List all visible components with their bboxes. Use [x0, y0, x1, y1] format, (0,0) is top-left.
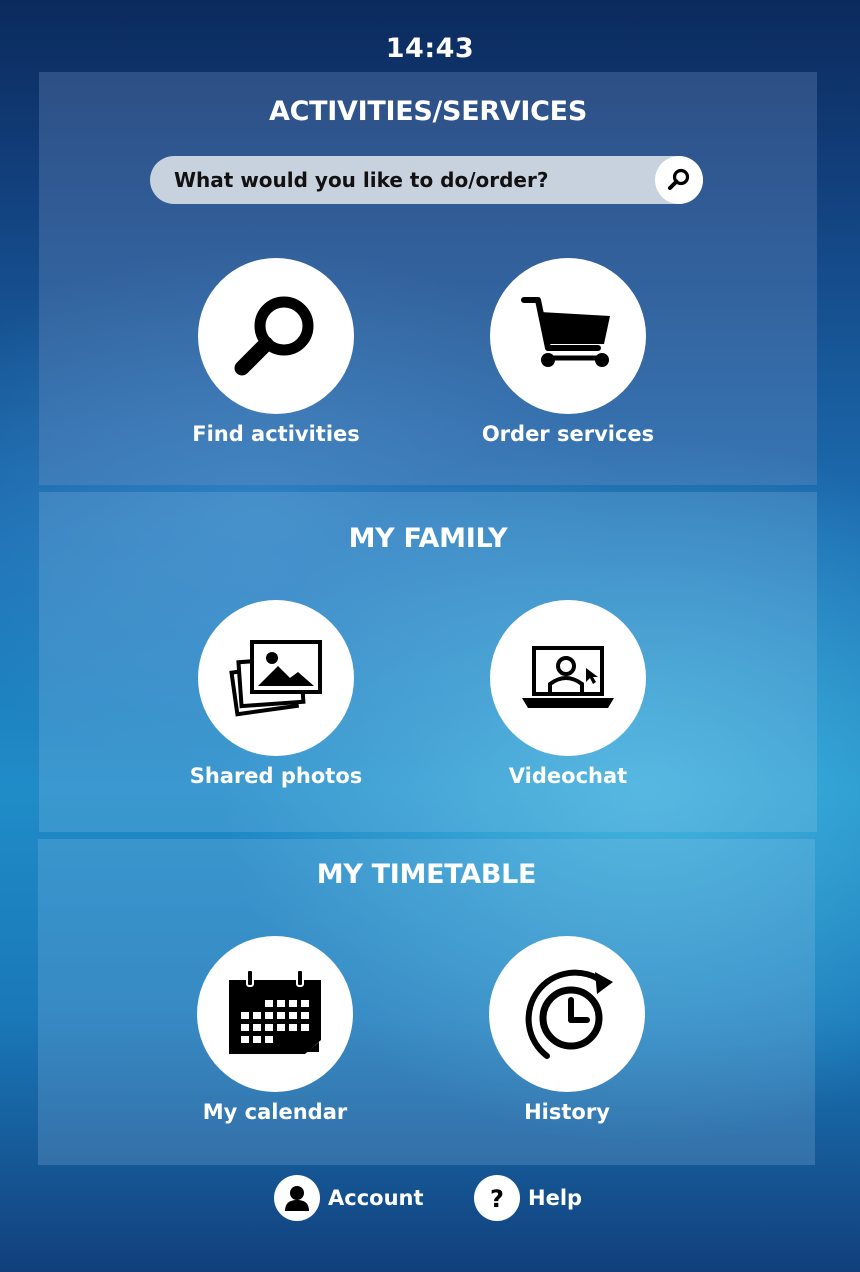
my-family-panel: MY FAMILY Shared photos Videochat [39, 492, 817, 832]
user-icon [285, 1186, 309, 1211]
search-bar[interactable]: What would you like to do/order? [150, 156, 703, 204]
history-circle[interactable] [489, 936, 645, 1092]
question-mark-icon: ? [490, 1185, 504, 1213]
my-calendar-button[interactable]: My calendar [165, 936, 385, 1124]
magnifier-icon [234, 296, 314, 376]
shopping-cart-icon [521, 297, 610, 367]
videochat-label: Videochat [508, 764, 628, 788]
account-label[interactable]: Account [328, 1186, 424, 1210]
order-services-button[interactable]: Order services [458, 258, 678, 446]
shared-photos-button[interactable]: Shared photos [166, 600, 386, 788]
account-button[interactable]: Account [274, 1175, 424, 1221]
find-activities-circle[interactable] [198, 258, 354, 414]
account-circle[interactable] [274, 1175, 320, 1221]
shared-photos-circle[interactable] [198, 600, 354, 756]
laptop-person-icon [522, 646, 614, 708]
search-input[interactable]: What would you like to do/order? [174, 168, 548, 192]
my-calendar-circle[interactable] [197, 936, 353, 1092]
my-timetable-panel: MY TIMETABLE My calendar History [38, 839, 815, 1165]
clock: 14:43 [385, 33, 475, 64]
my-timetable-title: MY TIMETABLE [316, 859, 537, 890]
help-label[interactable]: Help [528, 1186, 582, 1210]
help-circle[interactable]: ? [474, 1175, 520, 1221]
my-calendar-label: My calendar [202, 1100, 348, 1124]
find-activities-label: Find activities [192, 422, 360, 446]
find-activities-button[interactable]: Find activities [166, 258, 386, 446]
my-family-title: MY FAMILY [348, 523, 508, 554]
order-services-circle[interactable] [490, 258, 646, 414]
videochat-button[interactable]: Videochat [458, 600, 678, 788]
photo-stack-icon [229, 640, 322, 717]
activities-services-title: ACTIVITIES/SERVICES [269, 96, 587, 127]
history-clock-icon [525, 969, 613, 1059]
footer-bar: Account ? Help [0, 1175, 860, 1227]
help-button[interactable]: ? Help [474, 1175, 582, 1221]
search-icon [668, 168, 690, 190]
videochat-circle[interactable] [490, 600, 646, 756]
calendar-icon [229, 969, 321, 1054]
shared-photos-label: Shared photos [189, 764, 363, 788]
activities-services-panel: ACTIVITIES/SERVICES What would you like … [39, 72, 817, 485]
order-services-label: Order services [481, 422, 655, 446]
history-button[interactable]: History [457, 936, 677, 1124]
history-label: History [524, 1100, 610, 1124]
search-button[interactable] [655, 156, 703, 204]
svg-text:?: ? [490, 1185, 504, 1213]
